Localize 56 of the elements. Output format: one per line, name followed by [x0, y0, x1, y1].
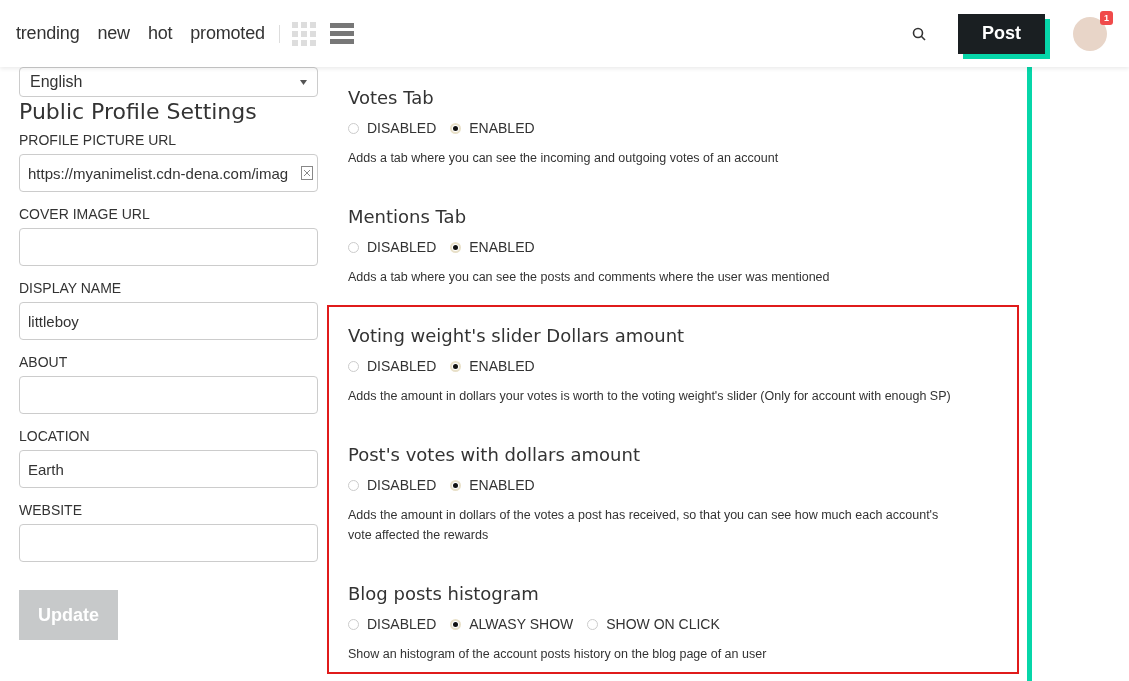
clear-icon[interactable]	[301, 166, 313, 180]
setting-description: Show an histogram of the account posts history on the blog page of an user	[348, 646, 768, 663]
grid-view-icon[interactable]	[291, 21, 316, 46]
radio-option[interactable]: DISABLED	[348, 616, 437, 632]
radio-option[interactable]: ALWASY SHOW	[450, 616, 574, 632]
input-field[interactable]	[19, 524, 318, 562]
radio-button[interactable]	[450, 241, 462, 253]
avatar[interactable]	[1073, 16, 1107, 51]
radio-option[interactable]: ENABLED	[450, 239, 535, 255]
radio-option[interactable]: DISABLED	[348, 120, 437, 136]
input-field[interactable]: Earth	[19, 450, 318, 488]
radio-option[interactable]: DISABLED	[348, 358, 437, 374]
field-label: PROFILE PICTURE URL	[19, 132, 178, 148]
setting-title: Blog posts histogram	[348, 583, 540, 604]
setting-description: Adds a tab where you can see the incoming and outgoing votes of an account	[348, 150, 780, 167]
field-label: ABOUT	[19, 354, 69, 370]
input-field[interactable]	[19, 376, 318, 414]
section-title: Public Profile Settings	[19, 99, 258, 124]
radio-option[interactable]: ENABLED	[450, 120, 535, 136]
radio-button[interactable]	[450, 122, 462, 134]
language-select[interactable]: English	[19, 67, 318, 97]
setting-title: Votes Tab	[348, 87, 435, 108]
radio-option[interactable]: ENABLED	[450, 358, 535, 374]
caret-icon	[300, 79, 307, 85]
nav-link[interactable]: promoted	[190, 23, 265, 44]
setting-title: Voting weight's slider Dollars amount	[348, 325, 686, 346]
field-value: https://myanimelist.cdn-dena.com/imag	[28, 164, 290, 182]
search-icon[interactable]	[912, 26, 926, 41]
radio-option[interactable]: DISABLED	[348, 239, 437, 255]
field-label: COVER IMAGE URL	[19, 206, 151, 222]
setting-description: Adds the amount in dollars your votes is worth to the voting weight's slider (Only for account with enough SP)	[348, 388, 952, 405]
select-value: English	[30, 73, 83, 91]
input-field[interactable]	[19, 228, 318, 266]
radio-option[interactable]: DISABLED	[348, 477, 437, 493]
field-label: WEBSITE	[19, 502, 83, 518]
field-value: Earth	[28, 460, 65, 478]
setting-title: Mentions Tab	[348, 206, 468, 227]
input-field[interactable]: littleboy	[19, 302, 318, 340]
nav-link[interactable]: trending	[16, 23, 80, 44]
setting-description: Adds the amount in dollars of the votes a post has received, so that you can see how much each account's vote affected the rewards	[348, 507, 940, 544]
post-button[interactable]: Post	[958, 13, 1045, 54]
notification-badge: 1	[1100, 10, 1113, 25]
radio-option[interactable]: ENABLED	[450, 477, 535, 493]
nav-link[interactable]: hot	[147, 23, 173, 44]
list-view-icon[interactable]	[329, 22, 354, 45]
radio-button[interactable]	[450, 360, 462, 372]
setting-title: Post's votes with dollars amount	[348, 444, 641, 465]
field-value: littleboy	[28, 312, 80, 330]
radio-button[interactable]	[450, 479, 462, 491]
setting-description: Adds a tab where you can see the posts and comments where the user was mentioned	[348, 269, 831, 286]
radio-button[interactable]	[450, 618, 462, 630]
field-label: LOCATION	[19, 428, 91, 444]
field-label: DISPLAY NAME	[19, 280, 123, 296]
input-field[interactable]: https://myanimelist.cdn-dena.com/imag	[19, 154, 318, 192]
nav-link[interactable]: new	[97, 23, 130, 44]
radio-option[interactable]: SHOW ON CLICK	[587, 616, 720, 632]
